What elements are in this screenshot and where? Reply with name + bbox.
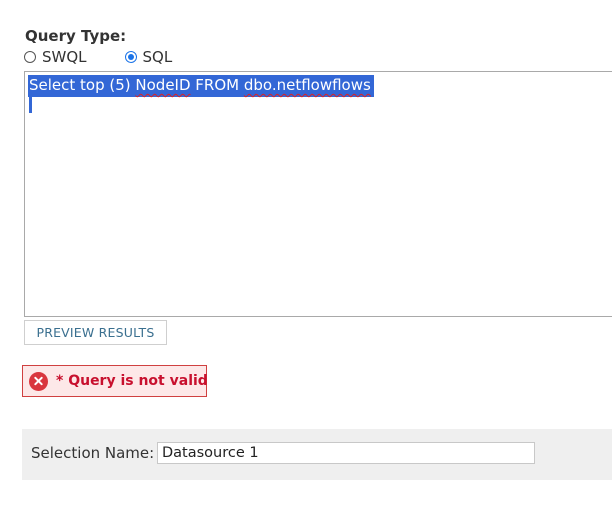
radio-sql[interactable]: SQL (124, 48, 173, 66)
radio-swql[interactable]: SWQL (24, 48, 87, 66)
selection-name-label: Selection Name: (31, 444, 155, 462)
radio-swql-circle[interactable] (24, 51, 36, 63)
radio-sql-label: SQL (142, 48, 173, 66)
preview-results-button[interactable]: PREVIEW RESULTS (24, 320, 167, 345)
query-type-radio-group: SWQL SQL (24, 48, 172, 66)
query-type-label: Query Type: (25, 27, 127, 45)
radio-sql-circle[interactable] (124, 51, 137, 63)
query-text-selection: Select top (5) NodeID FROM dbo.netflowfl… (28, 75, 374, 97)
error-x-circle-icon (29, 371, 48, 391)
error-message-text: * Query is not valid (56, 373, 208, 389)
query-text-part: Select top (5) (29, 76, 136, 94)
radio-swql-label: SWQL (42, 48, 87, 66)
query-text-part: FROM (190, 76, 244, 94)
text-cursor (29, 96, 32, 113)
query-textarea[interactable]: Select top (5) NodeID FROM dbo.netflowfl… (24, 71, 612, 317)
selection-name-bar: Selection Name: (22, 429, 612, 480)
query-editor-page: Query Type: SWQL SQL Select top (5) Node… (0, 0, 612, 517)
selection-name-input[interactable] (157, 442, 535, 464)
error-message-box: * Query is not valid (22, 365, 208, 397)
query-text-part-misspelled: NodeID (135, 76, 191, 94)
query-text-part-misspelled: dbo.netflowflows (243, 76, 371, 94)
